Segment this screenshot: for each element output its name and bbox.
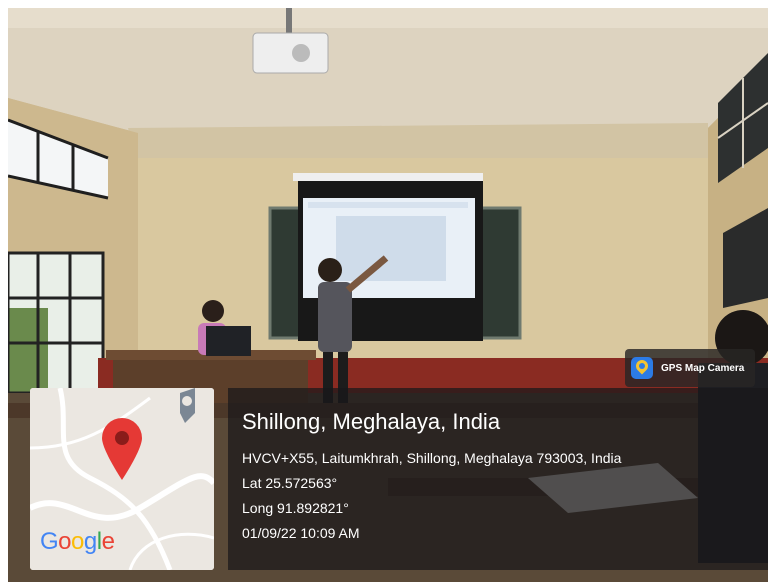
google-logo-letter: g: [83, 528, 97, 555]
gps-camera-app-icon: [631, 357, 653, 379]
timestamp: 01/09/22 10:09 AM: [242, 525, 360, 541]
google-logo: Google: [40, 528, 115, 556]
google-logo-letter: G: [40, 528, 59, 555]
google-logo-letter: e: [101, 528, 115, 555]
gps-map-camera-badge: GPS Map Camera: [625, 349, 755, 387]
google-logo-letter: o: [58, 528, 72, 555]
map-thumbnail: Google: [30, 388, 214, 570]
app-name: GPS Map Camera: [661, 362, 745, 374]
location-title: Shillong, Meghalaya, India: [242, 409, 501, 434]
location-address: HVCV+X55, Laitumkhrah, Shillong, Meghala…: [242, 450, 622, 466]
map-pin-icon: [102, 418, 142, 480]
google-logo-letter: o: [71, 528, 84, 555]
location-info-panel: Shillong, Meghalaya, India HVCV+X55, Lai…: [228, 388, 768, 570]
latitude: Lat 25.572563°: [242, 475, 338, 491]
photo-frame: GPS Map Camera Google Shillong, Meghalay…: [8, 8, 768, 582]
longitude: Long 91.892821°: [242, 500, 349, 516]
